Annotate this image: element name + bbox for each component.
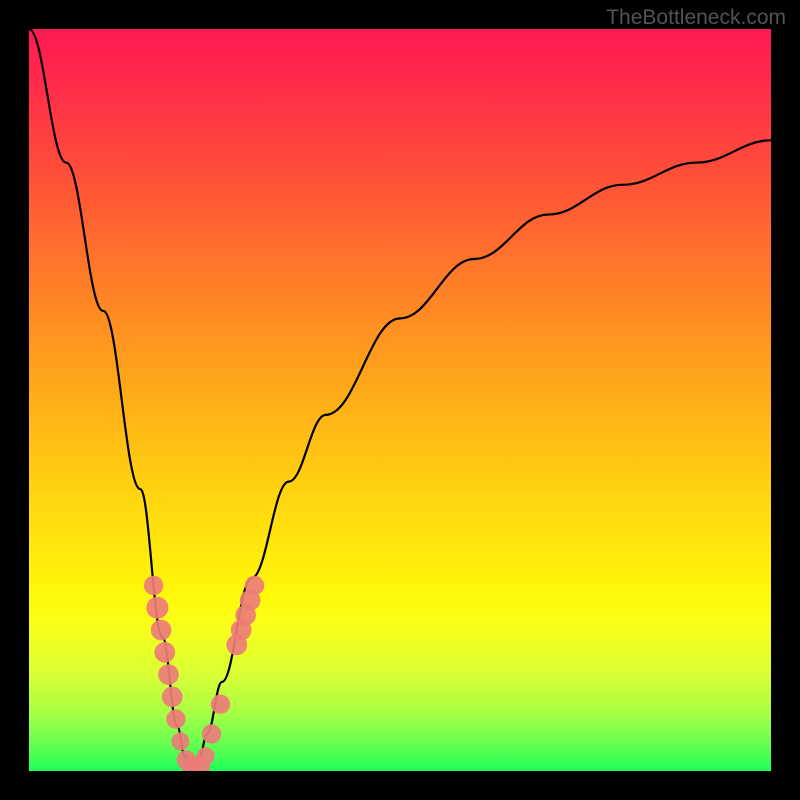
data-marker [245, 576, 264, 595]
data-marker [202, 724, 221, 743]
plot-area [29, 29, 771, 771]
curve-group [29, 29, 771, 771]
data-marker [171, 732, 189, 750]
data-marker [151, 620, 172, 641]
bottleneck-curve [29, 29, 771, 771]
data-marker [154, 642, 175, 663]
data-marker [197, 747, 215, 765]
data-marker [158, 664, 179, 685]
data-marker [144, 576, 163, 595]
data-marker [211, 695, 230, 714]
chart-svg [29, 29, 771, 771]
data-marker [166, 709, 185, 728]
data-marker [146, 597, 168, 619]
data-marker [162, 686, 183, 707]
watermark-text: TheBottleneck.com [606, 6, 786, 30]
chart-frame: TheBottleneck.com [0, 0, 800, 800]
